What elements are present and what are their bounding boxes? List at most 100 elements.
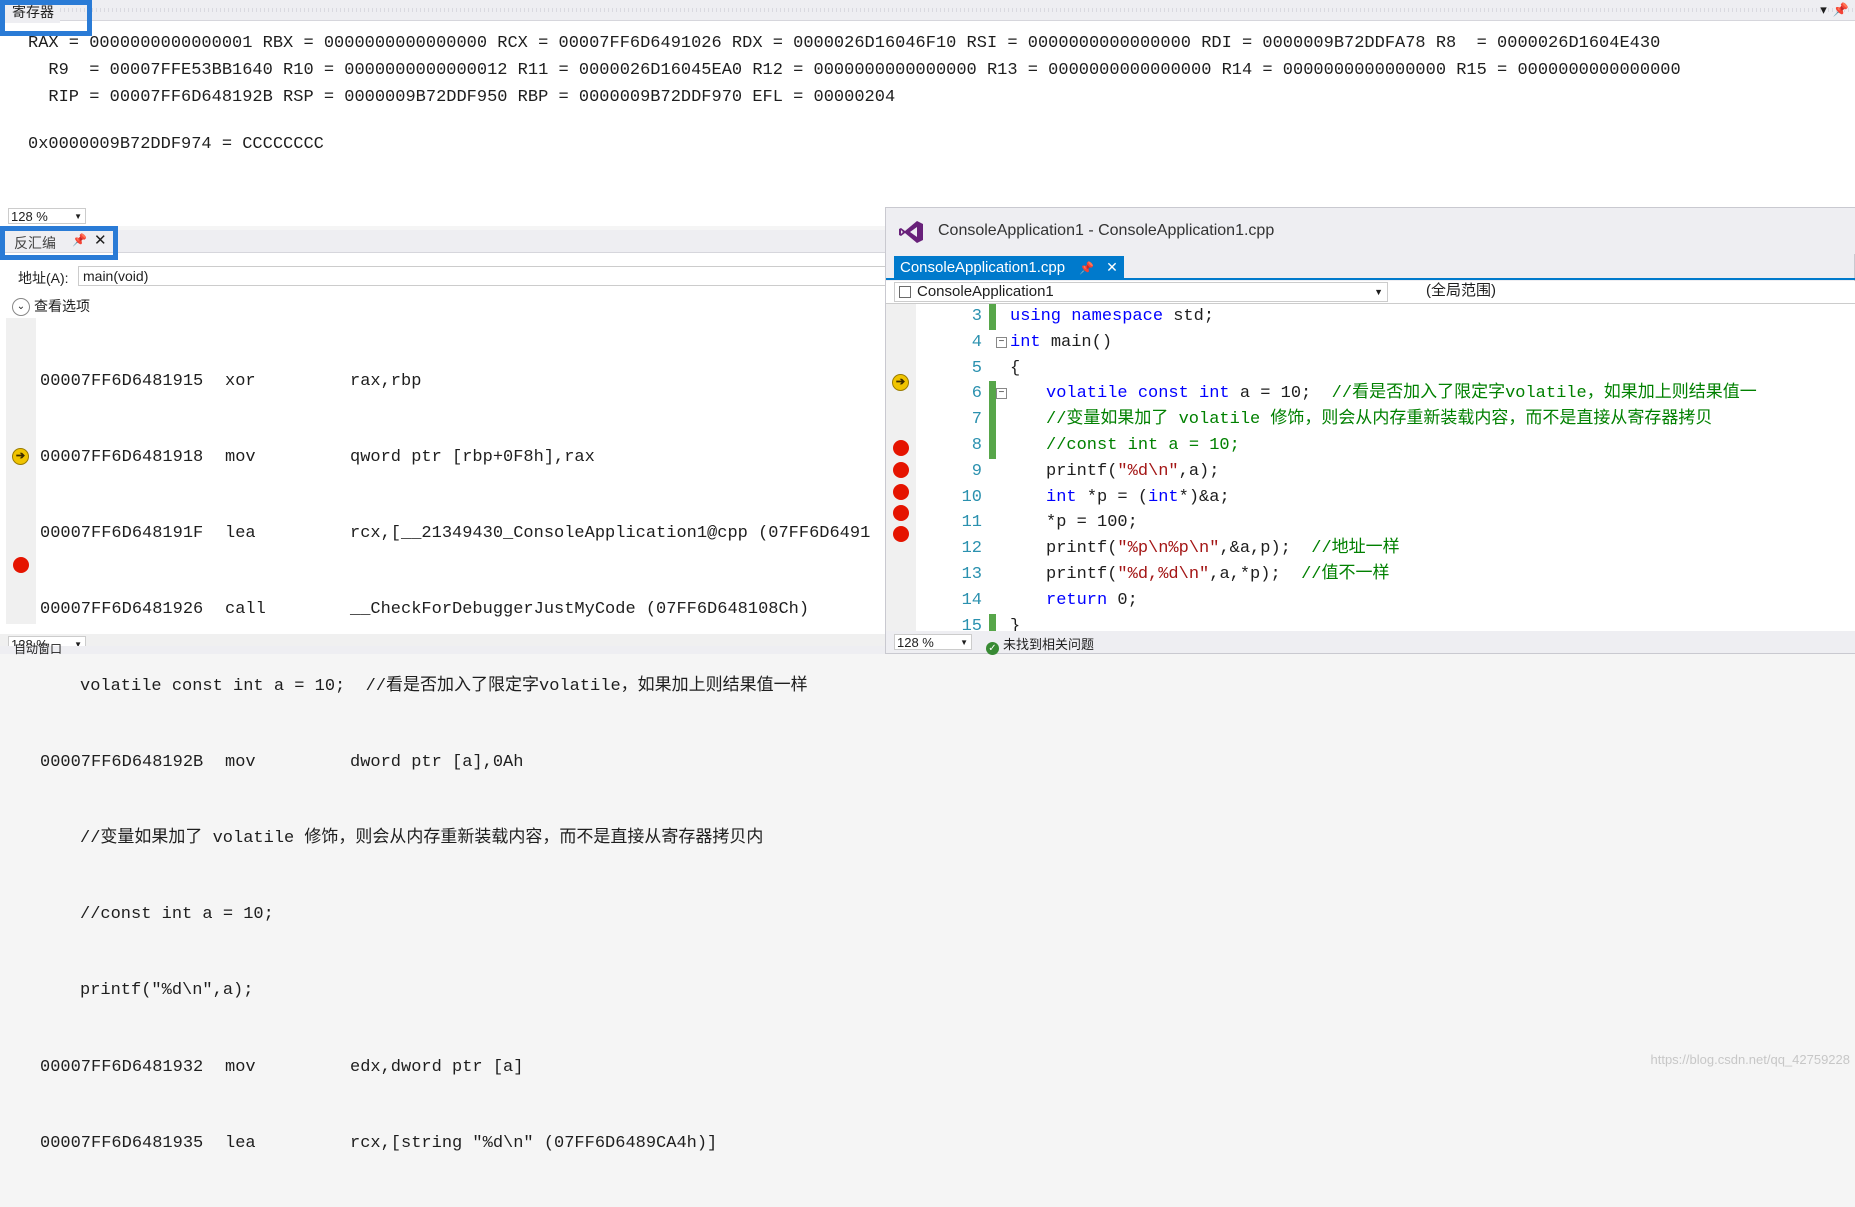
change-marker (989, 304, 996, 330)
asm-opcode: lea (225, 1133, 256, 1153)
line-number: 3 (971, 307, 982, 326)
asm-line[interactable]: 00007FF6D648191F lea rcx,[__21349430_Conso… (40, 521, 870, 546)
line-number: 7 (971, 410, 982, 430)
code-line[interactable]: 11 *p = 100; (916, 510, 1855, 536)
editor-zoom-select[interactable]: 128 % ▼ (894, 634, 972, 650)
registers-zoom-select[interactable]: 128 % ▼ (8, 208, 86, 224)
code-line[interactable]: 9 printf("%d\n",a); (916, 459, 1855, 485)
editor-body[interactable]: ➔ 3 using namespace std; 4− int main() 5{ … (886, 304, 1855, 631)
editor-title-bar: ConsoleApplication1 - ConsoleApplication… (886, 208, 1855, 254)
breakpoint-icon[interactable] (893, 440, 909, 456)
line-number: 11 (961, 513, 982, 533)
auto-window-tab-strip: 自动窗口 (0, 642, 890, 656)
current-instruction-arrow-icon: ➔ (12, 448, 29, 465)
watermark-text: https://blog.csdn.net/qq_42759228 (1650, 1052, 1851, 1067)
code-line[interactable]: 4 − int main() (916, 330, 1855, 356)
change-marker (989, 613, 996, 631)
asm-operands: dword ptr [a],0Ah (350, 752, 524, 772)
address-row: 地址(A): main(void) (0, 266, 890, 286)
asm-operands: edx,dword ptr [a] (350, 1057, 524, 1077)
code-line[interactable]: 5{ (916, 356, 1855, 382)
code-line[interactable]: 13 printf("%d,%d\n",a,*p); //值不一样 (916, 562, 1855, 588)
asm-operands: rcx,[__21349430_ConsoleApplication1@cpp … (350, 524, 871, 544)
registers-window-controls: ▾ 📌 (1814, 2, 1849, 18)
member-scope-dropdown[interactable]: (全局范围) (1394, 282, 1854, 302)
change-marker (989, 432, 996, 459)
code-line[interactable]: 6 − volatile const int a = 10; //看是否加入了限定字… (916, 381, 1855, 408)
navigation-bar: ConsoleApplication1 ▼ (全局范围) (886, 281, 1855, 304)
asm-operands: qword ptr [rbp+0F8h],rax (350, 448, 595, 468)
current-line-arrow-icon: ➔ (892, 374, 909, 391)
asm-line[interactable]: 00007FF6D6481915 xor rax,rbp (40, 369, 870, 394)
view-options-label: 查看选项 (34, 298, 90, 314)
breakpoint-icon[interactable] (893, 526, 909, 542)
line-number: 12 (961, 539, 982, 559)
asm-line[interactable]: 00007FF6D648192B mov dword ptr [a],0Ah (40, 750, 870, 775)
view-options-toggle[interactable]: ⌄ 查看选项 (12, 296, 90, 317)
register-line: RAX = 0000000000000001 RBX = 00000000000… (28, 34, 1661, 53)
code-text: } (1010, 616, 1021, 631)
address-input[interactable]: main(void) (78, 266, 890, 286)
breakpoint-icon[interactable] (13, 557, 29, 573)
asm-address: 00007FF6D6481935 (40, 1133, 204, 1153)
asm-line[interactable]: 00007FF6D6481932 mov edx,dword ptr [a] (40, 1055, 870, 1080)
code-line[interactable]: 14 return 0; (916, 588, 1855, 614)
asm-line[interactable]: 00007FF6D6481935 lea rcx,[string "%d\n" (0… (40, 1131, 870, 1156)
line-number: 6 (971, 384, 982, 404)
pin-icon[interactable]: 📌 (1833, 2, 1849, 17)
highlight-box-disassembly (0, 226, 118, 260)
issues-status[interactable]: ✓ 未找到相关问题 (986, 634, 1094, 655)
code-text: printf("%p\n%p\n",&a,p); //地址一样 (1046, 539, 1400, 559)
source-line[interactable]: //const int a = 10; (40, 902, 870, 927)
collapse-icon[interactable]: − (996, 388, 1007, 400)
code-text: return 0; (1046, 590, 1138, 610)
asm-opcode: mov (225, 752, 256, 772)
code-line[interactable]: 3 using namespace std; (916, 304, 1855, 330)
editor-gutter[interactable]: ➔ (886, 304, 916, 631)
code-line[interactable]: 15} (916, 613, 1855, 631)
breakpoint-icon[interactable] (893, 462, 909, 478)
dropdown-icon[interactable]: ▾ (1820, 2, 1827, 17)
line-number: 9 (971, 461, 982, 481)
breakpoint-icon[interactable] (893, 484, 909, 500)
visual-studio-logo-icon (899, 221, 923, 243)
registers-content: RAX = 0000000000000001 RBX = 00000000000… (28, 30, 1681, 158)
project-scope-dropdown[interactable]: ConsoleApplication1 ▼ (894, 282, 1388, 302)
pin-icon[interactable]: 📌 (1079, 261, 1094, 275)
chevron-down-icon: ⌄ (12, 298, 30, 317)
chevron-down-icon: ▼ (74, 212, 82, 221)
source-line[interactable]: volatile const int a = 10; //看是否加入了限定字vo… (40, 674, 870, 699)
asm-opcode: lea (225, 524, 256, 544)
memory-watch-line: 0x0000009B72DDF974 = CCCCCCCC (28, 135, 324, 154)
code-line[interactable]: 7 //变量如果加了 volatile 修饰，则会从内存重新装载内容，而不是直接从… (916, 407, 1855, 434)
source-line[interactable]: printf("%d\n",a); (40, 978, 870, 1003)
tab-consoleapplication1-cpp[interactable]: ConsoleApplication1.cpp 📌 ✕ (894, 256, 1124, 278)
line-number: 13 (961, 564, 982, 584)
code-line[interactable]: 10 int *p = (int*)&a; (916, 485, 1855, 511)
breakpoint-icon[interactable] (893, 505, 909, 521)
zoom-value: 128 % (11, 209, 48, 224)
close-icon[interactable]: ✕ (1106, 259, 1118, 275)
register-line (28, 111, 1681, 131)
disassembly-gutter[interactable]: ➔ (6, 318, 36, 624)
disassembly-title-bar: 反汇编 📌 ✕ (0, 230, 890, 253)
asm-operands: __CheckForDebuggerJustMyCode (07FF6D6481… (350, 600, 810, 620)
code-text: *p = 100; (1046, 513, 1138, 533)
editor-status-bar: 128 % ▼ ✓ 未找到相关问题 https://blog.csdn.net/qq… (886, 631, 1855, 1067)
asm-address: 00007FF6D6481918 (40, 448, 204, 468)
code-line[interactable]: 12 printf("%p\n%p\n",&a,p); //地址一样 (916, 536, 1855, 562)
code-text: volatile const int a = 10; //看是否加入了限定字vo… (1046, 384, 1757, 404)
code-text: { (1010, 358, 1021, 378)
asm-line[interactable]: 00007FF6D6481926 call __CheckForDebuggerJu… (40, 597, 870, 622)
code-text: printf("%d,%d\n",a,*p); //值不一样 (1046, 564, 1390, 584)
asm-line[interactable]: 00007FF6D6481918 mov qword ptr [rbp+0F8h],… (40, 445, 870, 470)
auto-window-tab[interactable]: 自动窗口 (14, 640, 62, 657)
asm-opcode: mov (225, 448, 256, 468)
code-line[interactable]: 8 //const int a = 10; (916, 432, 1855, 459)
chevron-down-icon: ▼ (1374, 287, 1383, 297)
collapse-icon[interactable]: − (996, 336, 1007, 348)
asm-address: 00007FF6D648191F (40, 524, 204, 544)
register-line: RIP = 00007FF6D648192B RSP = 0000009B72D… (28, 88, 896, 107)
source-line[interactable]: //变量如果加了 volatile 修饰，则会从内存重新装载内容，而不是直接从寄… (40, 826, 870, 851)
line-number: 8 (971, 435, 982, 455)
